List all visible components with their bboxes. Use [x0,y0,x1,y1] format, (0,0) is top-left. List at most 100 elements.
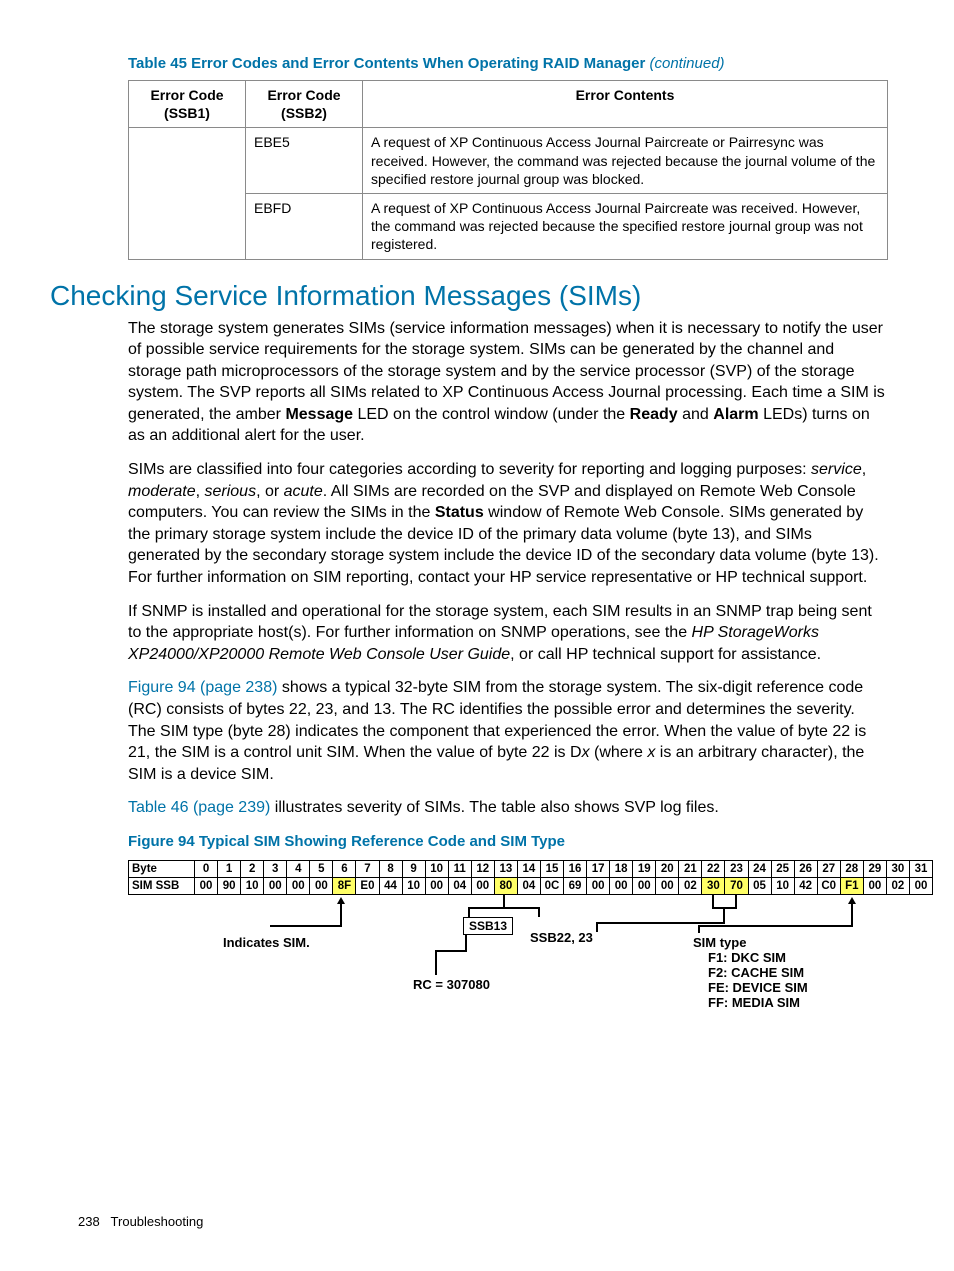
byte-header-cell: 4 [287,860,310,877]
ssb-cell: F1 [840,877,863,894]
byte-header-cell: 2 [241,860,264,877]
byte-header-cell: 22 [702,860,725,877]
ssb-cell: 80 [494,877,517,894]
byte-header-cell: 1 [218,860,241,877]
byte-header-cell: 0 [195,860,218,877]
ssb-cell: 00 [425,877,448,894]
byte-row-label: Byte [129,860,195,877]
cell-contents: A request of XP Continuous Access Journa… [363,128,888,194]
byte-header-cell: 5 [310,860,333,877]
label-simtype-f2: F2: CACHE SIM [708,965,804,980]
ssb-cell: C0 [817,877,840,894]
byte-header-cell: 8 [379,860,402,877]
byte-header-cell: 11 [448,860,471,877]
ssb-cell: 00 [287,877,310,894]
ssb-cell: 00 [264,877,287,894]
label-ssb2223: SSB22, 23 [530,930,593,945]
cell-ssb2: EBE5 [246,128,363,194]
ssb-cell: 0C [540,877,563,894]
ssb-cell: 00 [909,877,932,894]
byte-header-cell: 10 [425,860,448,877]
cell-ssb2: EBFD [246,193,363,259]
byte-header-cell: 21 [679,860,702,877]
ssb-cell: 00 [587,877,610,894]
ssb-cell: 00 [863,877,886,894]
ssb-cell: 44 [379,877,402,894]
ssb-cell: E0 [356,877,379,894]
paragraph-4: Figure 94 (page 238) shows a typical 32-… [128,677,886,785]
ssb-cell: 04 [448,877,471,894]
th-ssb1: Error Code (SSB1) [129,81,246,128]
byte-header-cell: 30 [886,860,909,877]
byte-header-cell: 14 [517,860,540,877]
ssb-row-label: SIM SSB [129,877,195,894]
page-footer: 238 Troubleshooting [78,1214,203,1229]
cell-contents: A request of XP Continuous Access Journa… [363,193,888,259]
byte-header-cell: 15 [540,860,563,877]
ssb-cell: 00 [633,877,656,894]
label-rc: RC = 307080 [413,977,490,992]
table-caption: Table 45 Error Codes and Error Contents … [128,55,886,72]
byte-header-cell: 23 [725,860,748,877]
byte-header-cell: 26 [794,860,817,877]
byte-header-cell: 3 [264,860,287,877]
byte-header-cell: 19 [633,860,656,877]
ssb-cell: 10 [771,877,794,894]
byte-header-cell: 28 [840,860,863,877]
section-heading: Checking Service Information Messages (S… [50,280,886,312]
byte-header-cell: 25 [771,860,794,877]
byte-header-cell: 20 [656,860,679,877]
label-simtype-fe: FE: DEVICE SIM [708,980,808,995]
byte-header-cell: 31 [909,860,932,877]
label-simtype: SIM type [693,935,746,950]
figure-94: Byte012345678910111213141516171819202122… [128,860,933,1065]
byte-table: Byte012345678910111213141516171819202122… [128,860,933,895]
th-contents: Error Contents [363,81,888,128]
paragraph-1: The storage system generates SIMs (servi… [128,318,886,448]
byte-header-cell: 17 [587,860,610,877]
label-indicates-sim: Indicates SIM. [223,935,310,950]
ssb-cell: 00 [195,877,218,894]
byte-header-cell: 18 [610,860,633,877]
ssb-cell: 30 [702,877,725,894]
caption-continued: (continued) [649,55,724,72]
byte-header-cell: 6 [333,860,356,877]
byte-header-cell: 13 [494,860,517,877]
ssb-cell: 00 [610,877,633,894]
ssb-cell: 42 [794,877,817,894]
byte-header-cell: 24 [748,860,771,877]
ssb-cell: 10 [402,877,425,894]
label-ssb13: SSB13 [463,917,513,935]
paragraph-2: SIMs are classified into four categories… [128,459,886,589]
ssb-cell: 02 [886,877,909,894]
page-number: 238 [78,1214,100,1229]
byte-header-cell: 27 [817,860,840,877]
table-link[interactable]: Table 46 (page 239) [128,799,270,816]
paragraph-3: If SNMP is installed and operational for… [128,601,886,666]
byte-header-cell: 9 [402,860,425,877]
ssb-cell: 10 [241,877,264,894]
ssb-cell: 04 [517,877,540,894]
byte-header-cell: 7 [356,860,379,877]
figure-diagram: Indicates SIM. SSB13 SSB22, 23 RC = 3070… [128,895,933,1065]
ssb-cell: 00 [310,877,333,894]
ssb-cell: 00 [656,877,679,894]
paragraph-5: Table 46 (page 239) illustrates severity… [128,797,886,819]
byte-header-cell: 29 [863,860,886,877]
byte-header-cell: 16 [564,860,587,877]
table-row: EBE5 A request of XP Continuous Access J… [129,128,888,194]
ssb-cell: 69 [564,877,587,894]
caption-main: Table 45 Error Codes and Error Contents … [128,55,645,72]
th-ssb2: Error Code (SSB2) [246,81,363,128]
cell-ssb1 [129,128,246,259]
figure-link[interactable]: Figure 94 (page 238) [128,679,277,696]
ssb-cell: 70 [725,877,748,894]
error-codes-table: Error Code (SSB1) Error Code (SSB2) Erro… [128,80,888,260]
footer-section: Troubleshooting [111,1214,204,1229]
ssb-cell: 05 [748,877,771,894]
figure-caption: Figure 94 Typical SIM Showing Reference … [128,833,886,850]
byte-header-cell: 12 [471,860,494,877]
ssb-cell: 8F [333,877,356,894]
label-simtype-ff: FF: MEDIA SIM [708,995,800,1010]
ssb-cell: 90 [218,877,241,894]
